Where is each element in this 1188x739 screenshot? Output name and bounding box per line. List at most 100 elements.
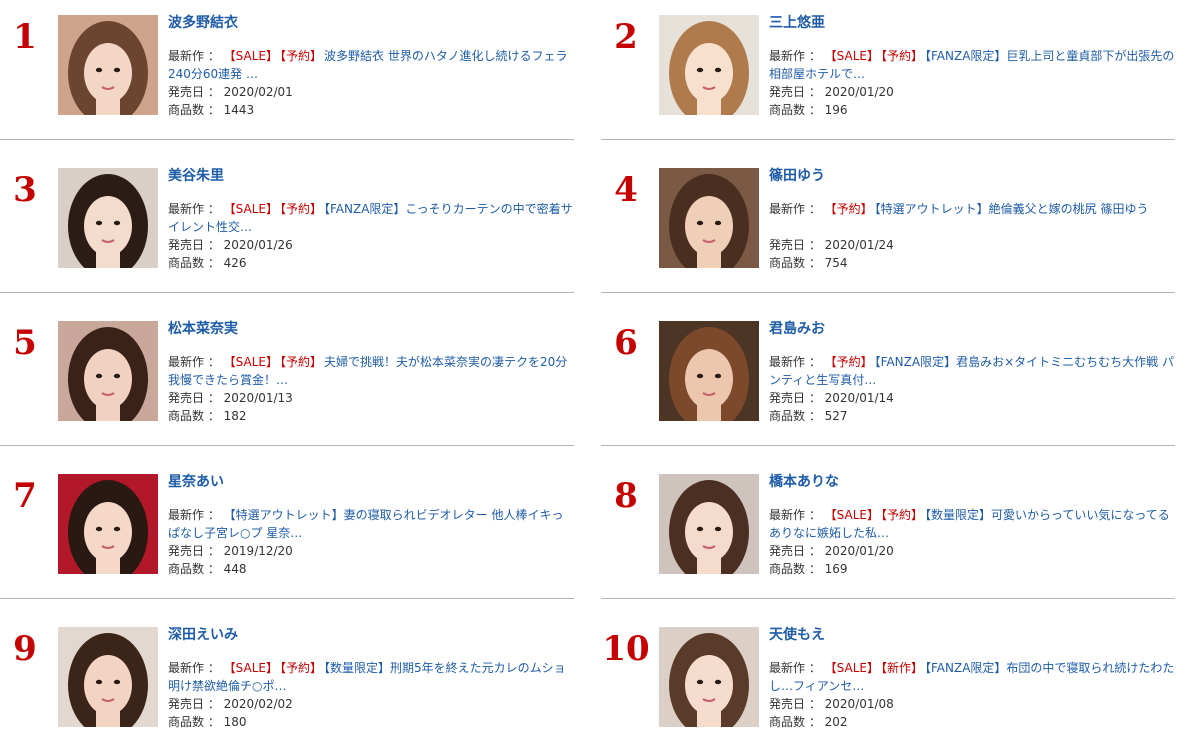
release-date-row: 発売日 ： 2020/01/20	[769, 542, 1175, 560]
ranking-card: 9 深田えいみ 最新作 ： 【SALE】 【予約】 【数量限定】刑期5年を終えた元カ…	[0, 619, 574, 739]
actress-name-link[interactable]: 君島みお	[769, 319, 1175, 339]
actress-info: 波多野結衣 最新作 ： 【SALE】 【予約】 波多野結衣 世界のハタノ進化し続ける…	[168, 13, 574, 119]
product-count-row: 商品数 ： 182	[168, 407, 574, 425]
latest-label: 最新作 ：	[769, 661, 821, 675]
rank-number: 3	[13, 170, 37, 210]
release-date-label: 発売日 ：	[769, 238, 821, 252]
release-date-row: 発売日 ： 2020/01/13	[168, 389, 574, 407]
release-date-value: 2020/01/08	[824, 697, 894, 711]
release-date-label: 発売日 ：	[168, 544, 220, 558]
actress-photo[interactable]	[58, 168, 158, 268]
status-tag: 【予約】	[880, 49, 923, 63]
latest-work: 最新作 ： 【SALE】 【予約】 波多野結衣 世界のハタノ進化し続けるフェラ240…	[168, 47, 574, 83]
status-tag: 【予約】	[279, 49, 322, 63]
status-tag: 【SALE】	[824, 508, 879, 522]
actress-name-link[interactable]: 天使もえ	[769, 625, 1175, 645]
latest-work-title-link[interactable]: 【特選アウトレット】妻の寝取られビデオレター 他人棒イキっぱなし子宮レ○プ 星奈…	[168, 508, 563, 540]
latest-label: 最新作 ：	[769, 355, 821, 369]
release-date-label: 発売日 ：	[769, 697, 821, 711]
release-date-row: 発売日 ： 2020/01/20	[769, 83, 1175, 101]
release-date-row: 発売日 ： 2020/02/01	[168, 83, 574, 101]
actress-info: 星奈あい 最新作 ： 【特選アウトレット】妻の寝取られビデオレター 他人棒イキっ…	[168, 472, 574, 578]
actress-photo[interactable]	[659, 627, 759, 727]
latest-work: 最新作 ： 【予約】 【FANZA限定】君島みお×タイトミニむちむち大作戦 パンテ…	[769, 353, 1175, 389]
release-date-value: 2020/01/13	[223, 391, 293, 405]
latest-label: 最新作 ：	[769, 202, 821, 216]
actress-name-link[interactable]: 波多野結衣	[168, 13, 574, 33]
rank-number: 1	[13, 17, 37, 57]
actress-info: 橋本ありな 最新作 ： 【SALE】 【予約】 【数量限定】可愛いからっていい気にな…	[769, 472, 1175, 578]
status-tag: 【SALE】	[223, 661, 278, 675]
release-date-row: 発売日 ： 2020/01/24	[769, 236, 1175, 254]
actress-name-link[interactable]: 美谷朱里	[168, 166, 574, 186]
actress-ranking-grid: 1 波多野結衣 最新作 ： 【SALE】 【予約】 波多野結衣 世界のハタノ進化し続…	[0, 0, 1188, 739]
actress-name-link[interactable]: 篠田ゆう	[769, 166, 1175, 186]
status-tag: 【SALE】	[223, 49, 278, 63]
ranking-card: 6 君島みお 最新作 ： 【予約】 【FANZA限定】君島みお×タイトミニむちむち…	[601, 313, 1175, 446]
actress-photo[interactable]	[58, 321, 158, 421]
status-tag: 【SALE】	[223, 202, 278, 216]
latest-work: 最新作 ： 【SALE】 【予約】 夫婦で挑戦！夫が松本菜奈実の凄テクを20分我慢で…	[168, 353, 574, 389]
actress-photo[interactable]	[58, 474, 158, 574]
release-date-value: 2020/01/24	[824, 238, 894, 252]
ranking-card: 7 星奈あい 最新作 ： 【特選アウトレット】妻の寝取られビデオレター 他人棒イ…	[0, 466, 574, 599]
product-count-row: 商品数 ： 448	[168, 560, 574, 578]
product-count-label: 商品数 ：	[168, 715, 220, 729]
actress-info: 君島みお 最新作 ： 【予約】 【FANZA限定】君島みお×タイトミニむちむち大作…	[769, 319, 1175, 425]
release-date-label: 発売日 ：	[168, 85, 220, 99]
actress-name-link[interactable]: 星奈あい	[168, 472, 574, 492]
product-count-value: 202	[824, 715, 848, 729]
release-date-value: 2020/01/20	[824, 85, 894, 99]
product-count-row: 商品数 ： 169	[769, 560, 1175, 578]
rank-number: 6	[614, 323, 638, 363]
actress-info: 篠田ゆう 最新作 ： 【予約】 【特選アウトレット】絶倫義父と嫁の桃尻 篠田ゆう …	[769, 166, 1175, 272]
status-tag: 【予約】	[279, 202, 322, 216]
actress-name-link[interactable]: 三上悠亜	[769, 13, 1175, 33]
product-count-row: 商品数 ： 754	[769, 254, 1175, 272]
product-count-row: 商品数 ： 202	[769, 713, 1175, 731]
actress-name-link[interactable]: 深田えいみ	[168, 625, 574, 645]
release-date-value: 2019/12/20	[223, 544, 293, 558]
ranking-card: 2 三上悠亜 最新作 ： 【SALE】 【予約】 【FANZA限定】巨乳上司と童貞部…	[601, 7, 1175, 140]
product-count-row: 商品数 ： 527	[769, 407, 1175, 425]
latest-work-title-link[interactable]: 【特選アウトレット】絶倫義父と嫁の桃尻 篠田ゆう	[875, 202, 1149, 216]
release-date-label: 発売日 ：	[769, 391, 821, 405]
actress-photo[interactable]	[58, 627, 158, 727]
product-count-label: 商品数 ：	[769, 103, 821, 117]
release-date-value: 2020/01/26	[223, 238, 293, 252]
actress-photo[interactable]	[659, 474, 759, 574]
release-date-label: 発売日 ：	[168, 697, 220, 711]
latest-work: 最新作 ： 【特選アウトレット】妻の寝取られビデオレター 他人棒イキっぱなし子宮…	[168, 506, 574, 542]
product-count-label: 商品数 ：	[769, 256, 821, 270]
latest-work: 最新作 ： 【SALE】 【予約】 【数量限定】刑期5年を終えた元カレのムショ明け禁…	[168, 659, 574, 695]
status-tag: 【予約】	[880, 508, 923, 522]
actress-name-link[interactable]: 松本菜奈実	[168, 319, 574, 339]
product-count-value: 426	[223, 256, 247, 270]
product-count-label: 商品数 ：	[769, 715, 821, 729]
product-count-label: 商品数 ：	[168, 409, 220, 423]
latest-work: 最新作 ： 【SALE】 【予約】 【FANZA限定】こっそりカーテンの中で密着サイ…	[168, 200, 574, 236]
release-date-value: 2020/02/01	[223, 85, 293, 99]
status-tag: 【SALE】	[824, 49, 879, 63]
release-date-label: 発売日 ：	[168, 238, 220, 252]
status-tag: 【予約】	[824, 355, 873, 369]
actress-photo[interactable]	[659, 321, 759, 421]
release-date-row: 発売日 ： 2019/12/20	[168, 542, 574, 560]
status-tag: 【予約】	[279, 661, 322, 675]
latest-label: 最新作 ：	[168, 49, 220, 63]
ranking-card: 1 波多野結衣 最新作 ： 【SALE】 【予約】 波多野結衣 世界のハタノ進化し続…	[0, 7, 574, 140]
latest-label: 最新作 ：	[769, 508, 821, 522]
rank-number: 9	[13, 629, 37, 669]
status-tag: 【SALE】	[223, 355, 278, 369]
actress-photo[interactable]	[58, 15, 158, 115]
release-date-row: 発売日 ： 2020/01/14	[769, 389, 1175, 407]
rank-number: 5	[13, 323, 37, 363]
rank-number: 8	[614, 476, 638, 516]
ranking-card: 5 松本菜奈実 最新作 ： 【SALE】 【予約】 夫婦で挑戦！夫が松本菜奈実の凄テ…	[0, 313, 574, 446]
latest-work: 最新作 ： 【SALE】 【予約】 【数量限定】可愛いからっていい気になってるありな…	[769, 506, 1175, 542]
release-date-label: 発売日 ：	[168, 391, 220, 405]
rank-number: 2	[614, 17, 638, 57]
actress-photo[interactable]	[659, 168, 759, 268]
actress-name-link[interactable]: 橋本ありな	[769, 472, 1175, 492]
actress-photo[interactable]	[659, 15, 759, 115]
